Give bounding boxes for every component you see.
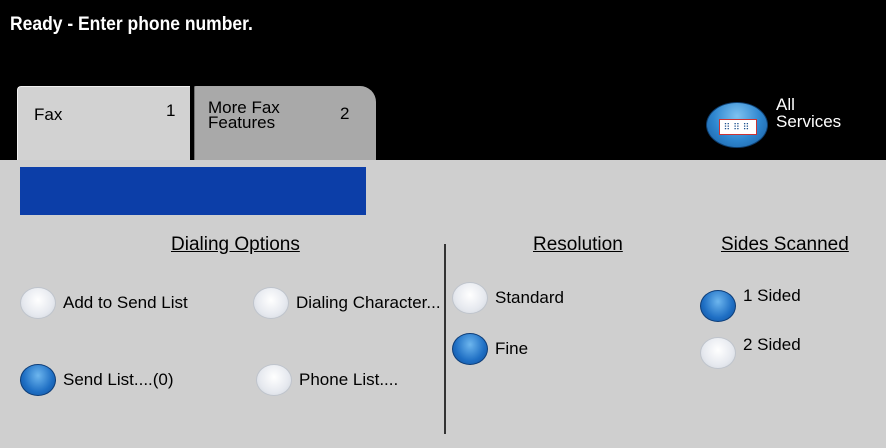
one-sided-button[interactable]: 1 Sided [700, 286, 801, 322]
tab-more-fax-features-number: 2 [340, 104, 350, 123]
tab-fax[interactable]: Fax 1 [17, 86, 195, 160]
send-list-radio[interactable] [20, 364, 56, 396]
two-sided-button[interactable]: 2 Sided [700, 335, 801, 369]
status-message: Ready - Enter phone number. [10, 14, 253, 35]
resolution-fine-radio[interactable] [452, 333, 488, 365]
send-list-label: Send List....(0) [63, 370, 174, 389]
add-to-send-list-button[interactable]: Add to Send List [20, 287, 188, 319]
resolution-standard-label: Standard [495, 288, 564, 307]
resolution-standard-radio[interactable] [452, 282, 488, 314]
two-sided-label: 2 Sided [743, 335, 801, 354]
fax-screen: Ready - Enter phone number. Fax 1 More F… [0, 0, 886, 448]
tab-fax-number: 1 [166, 101, 176, 120]
add-to-send-list-radio[interactable] [20, 287, 56, 319]
dialing-character-label: Dialing Character... [296, 293, 441, 312]
phone-list-label: Phone List.... [299, 370, 399, 389]
resolution-heading: Resolution [533, 234, 623, 255]
resolution-fine-label: Fine [495, 339, 529, 358]
sides-scanned-heading: Sides Scanned [721, 234, 849, 255]
dialing-options-heading: Dialing Options [171, 234, 300, 255]
tab-more-fax-features[interactable]: More Fax Features 2 [190, 86, 376, 160]
resolution-standard-button[interactable]: Standard [452, 282, 564, 314]
phone-number-field[interactable] [20, 167, 366, 215]
section-divider [444, 244, 446, 434]
one-sided-label: 1 Sided [743, 286, 801, 305]
top-bar: Ready - Enter phone number. Fax 1 More F… [0, 0, 886, 160]
resolution-fine-button[interactable]: Fine [452, 333, 528, 365]
phone-list-radio[interactable] [256, 364, 292, 396]
one-sided-radio[interactable] [700, 290, 736, 322]
all-services-icon: ⠿⠿⠿ [706, 102, 768, 148]
all-services-label: All Services [776, 95, 842, 131]
dialing-character-button[interactable]: Dialing Character... [253, 287, 441, 319]
send-list-button[interactable]: Send List....(0) [20, 364, 174, 396]
tab-fax-label: Fax [34, 105, 63, 124]
tab-more-fax-features-label: More Fax Features [208, 98, 280, 132]
phone-list-button[interactable]: Phone List.... [256, 364, 398, 396]
all-services-button[interactable]: ⠿⠿⠿ All Services [706, 96, 856, 148]
two-sided-radio[interactable] [700, 337, 736, 369]
add-to-send-list-label: Add to Send List [63, 293, 188, 312]
dialing-character-radio[interactable] [253, 287, 289, 319]
